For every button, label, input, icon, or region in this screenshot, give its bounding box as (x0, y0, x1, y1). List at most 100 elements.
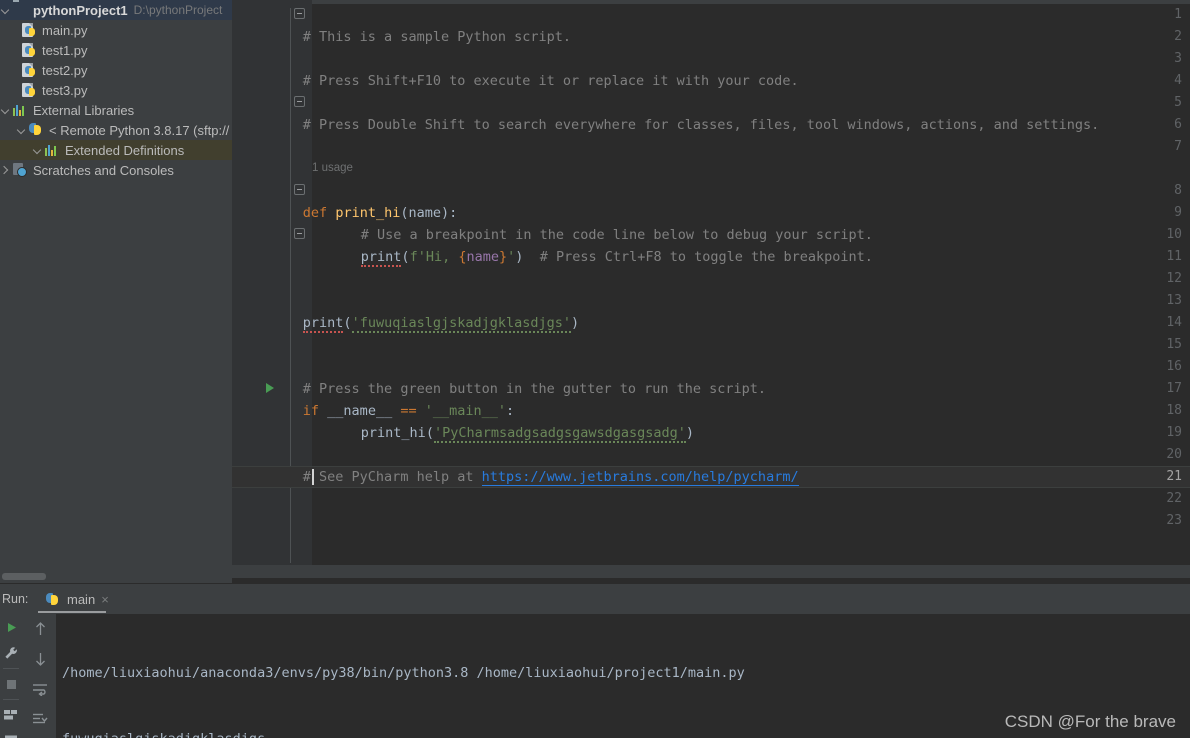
comment-text: # Press Double Shift to search everywher… (302, 117, 1100, 133)
editor-horizontal-scrollbar[interactable] (232, 565, 1190, 578)
close-icon[interactable]: × (101, 592, 109, 607)
soft-wrap-icon[interactable] (24, 674, 56, 704)
fold-marker-line10[interactable] (294, 228, 305, 239)
line-number: 3 (1174, 51, 1182, 66)
tree-item-label: pythonProject1 (33, 2, 128, 18)
code-line-1[interactable]: # This is a sample Python script. (254, 4, 571, 45)
scroll-to-end-icon[interactable] (24, 704, 56, 734)
toolbar-divider (3, 699, 19, 700)
settings-wrench-icon[interactable] (0, 640, 22, 666)
line-number: 1 (1174, 7, 1182, 22)
brace-close: } (499, 249, 508, 265)
code-line-5[interactable]: # Press Double Shift to search everywher… (254, 92, 1100, 133)
tree-item-test2-py[interactable]: test2.py (0, 60, 232, 80)
tree-item-pythonproject1[interactable]: pythonProject1 D:\pythonProject (0, 0, 232, 20)
python-file-icon (22, 83, 38, 98)
comment-text: # See PyCharm help at (302, 469, 482, 485)
tree-item-external-libraries[interactable]: External Libraries (0, 100, 232, 120)
run-toolbar[interactable] (0, 614, 22, 738)
code-line-17[interactable]: if __name__ == '__main__': (254, 378, 514, 419)
code-line-16[interactable]: # Press the green button in the gutter t… (254, 356, 766, 397)
line-number: 2 (1174, 29, 1182, 44)
string-literal: 'PyCharmsadgsadgsgawsdgasgsadg' (433, 425, 686, 443)
line-number: 18 (1166, 403, 1182, 418)
paren-open: ( (425, 425, 434, 441)
tree-item-label: test2.py (42, 62, 88, 78)
run-tab-label: main (67, 592, 96, 607)
scrollbar-thumb[interactable] (2, 573, 46, 580)
comment-text: # This is a sample Python script. (302, 29, 571, 45)
paren-close: ) (685, 425, 695, 441)
fstring-prefix: f (409, 249, 418, 265)
line-number: 9 (1174, 205, 1182, 220)
run-icon[interactable] (0, 614, 22, 640)
chevron-right-icon[interactable] (0, 165, 11, 176)
code-line-8[interactable]: def print_hi(name): (254, 180, 457, 221)
scroll-down-icon[interactable] (24, 644, 56, 674)
python-file-icon (22, 23, 38, 38)
console-toolbar[interactable] (24, 614, 56, 738)
tree-item-label: < Remote Python 3.8.17 (sftp:// (49, 122, 230, 138)
tree-item-label: test3.py (42, 82, 88, 98)
python-file-icon (22, 63, 38, 78)
line-number: 10 (1166, 227, 1182, 242)
scroll-up-icon[interactable] (24, 614, 56, 644)
tree-item-label: Extended Definitions (65, 142, 185, 158)
line-number: 15 (1166, 337, 1182, 352)
tree-item-test3-py[interactable]: test3.py (0, 80, 232, 100)
code-line-20[interactable]: # See PyCharm help at https://www.jetbra… (254, 444, 799, 486)
tree-item-label: test1.py (42, 42, 88, 58)
tree-item-extended-definitions[interactable]: Extended Definitions (0, 140, 232, 160)
line-number: 19 (1166, 425, 1182, 440)
scratches-icon (13, 163, 29, 178)
string-part: 'Hi, (417, 249, 459, 265)
console-line: /home/liuxiaohui/anaconda3/envs/py38/bin… (62, 665, 745, 681)
line-number: 14 (1166, 315, 1182, 330)
tree-item-label: External Libraries (33, 102, 135, 118)
code-line-9[interactable]: # Use a breakpoint in the code line belo… (312, 202, 873, 243)
chevron-down-icon[interactable] (0, 5, 11, 16)
code-line-3[interactable]: # Press Shift+F10 to execute it or repla… (254, 48, 799, 89)
line-number: 4 (1174, 73, 1182, 88)
code-editor[interactable]: 1 2 3 4 5 6 7 8 9 10 11 12 13 14 15 16 1… (232, 0, 1190, 578)
usage-inlay-hint: 1 usage (312, 162, 353, 174)
tree-item-test1-py[interactable]: test1.py (0, 40, 232, 60)
paren-close: ) (571, 315, 580, 331)
line-number: 20 (1166, 447, 1182, 462)
chevron-down-icon[interactable] (0, 105, 11, 116)
run-panel-label: Run: (2, 592, 29, 606)
line-number: 16 (1166, 359, 1182, 374)
print-call: print (302, 315, 344, 333)
line-number: 11 (1166, 249, 1182, 264)
run-tool-window[interactable]: Run: main × /home/liuxiaohui/anaconda3/e… (0, 584, 1190, 738)
line-number-current: 21 (1166, 469, 1182, 484)
layout-icon[interactable] (0, 702, 22, 728)
code-line-10[interactable]: print(f'Hi, {name}') # Press Ctrl+F8 to … (312, 224, 873, 267)
tree-item-scratches-and-consoles[interactable]: Scratches and Consoles (0, 160, 232, 180)
line-number: 23 (1166, 513, 1182, 528)
paren-open: ( (401, 249, 410, 265)
folder-icon (13, 2, 29, 18)
documentation-link[interactable]: https://www.jetbrains.com/help/pycharm/ (481, 469, 799, 486)
run-tab-underline (38, 611, 106, 613)
code-line-13[interactable]: print('fuwuqiaslgjskadjgklasdjgs') (254, 290, 579, 333)
library-icon (13, 102, 29, 118)
tree-item-remote-python[interactable]: < Remote Python 3.8.17 (sftp:// (0, 120, 232, 140)
line-number: 17 (1166, 381, 1182, 396)
csdn-watermark: CSDN @For the brave (1004, 712, 1176, 731)
comment-text: # Press Ctrl+F8 to toggle the breakpoint… (539, 249, 873, 265)
chevron-down-icon[interactable] (32, 145, 43, 156)
chevron-down-icon[interactable] (16, 125, 27, 136)
project-tree-panel[interactable]: pythonProject1 D:\pythonProject main.py … (0, 0, 232, 570)
tree-item-main-py[interactable]: main.py (0, 20, 232, 40)
code-line-18[interactable]: print_hi('PyCharmsadgsadgsgawsdgasgsadg'… (312, 400, 694, 443)
print-preview-icon[interactable] (0, 728, 22, 738)
paren-open: ( (343, 315, 352, 331)
sidebar-horizontal-scrollbar[interactable] (0, 570, 232, 583)
tree-item-label: Scratches and Consoles (33, 162, 174, 178)
python-icon (29, 122, 45, 138)
line-number: 22 (1166, 491, 1182, 506)
run-tab-main[interactable]: main × (38, 587, 117, 612)
stop-icon[interactable] (0, 671, 22, 697)
print-icon[interactable] (24, 734, 56, 738)
